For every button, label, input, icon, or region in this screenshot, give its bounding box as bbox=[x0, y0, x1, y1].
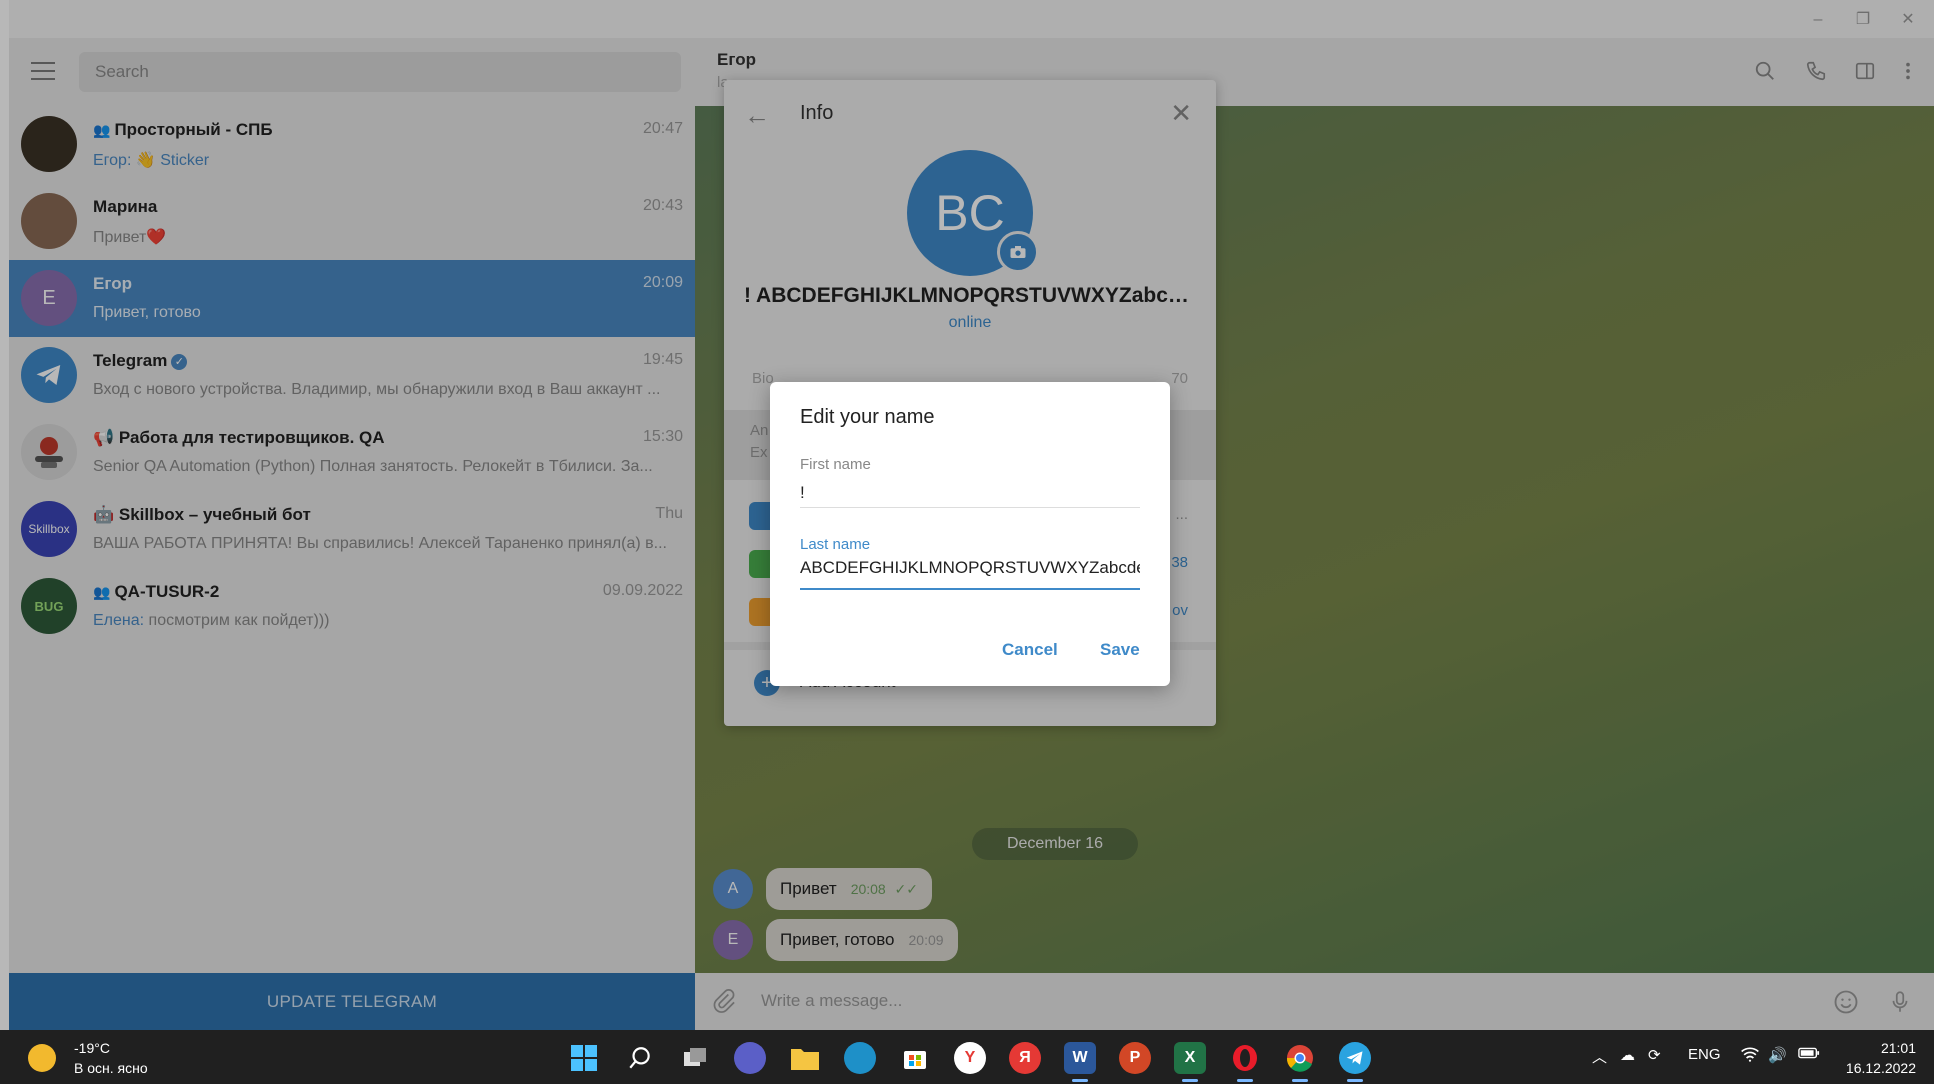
dialog-title: Edit your name bbox=[800, 406, 935, 428]
edge-icon[interactable] bbox=[844, 1042, 876, 1074]
powerpoint-icon[interactable]: P bbox=[1119, 1042, 1151, 1074]
first-name-field[interactable] bbox=[800, 478, 1140, 508]
clock-date: 16.12.2022 bbox=[1845, 1060, 1916, 1076]
yandex-browser-icon[interactable]: Y bbox=[954, 1042, 986, 1074]
telegram-taskbar-icon[interactable] bbox=[1339, 1042, 1371, 1082]
excel-icon[interactable]: X bbox=[1174, 1042, 1206, 1082]
cancel-button[interactable]: Cancel bbox=[1002, 640, 1058, 660]
opera-icon[interactable] bbox=[1229, 1042, 1261, 1082]
windows-taskbar: -19°C В осн. ясно Y Я W P X ︿ ☁ ⟳ ENG 🔊 … bbox=[0, 1030, 1934, 1084]
weather-icon bbox=[28, 1044, 56, 1072]
word-icon[interactable]: W bbox=[1064, 1042, 1096, 1082]
edit-name-dialog: Edit your name First name Last name ABCD… bbox=[770, 382, 1170, 686]
store-icon[interactable] bbox=[899, 1042, 931, 1074]
weather-temp: -19°C bbox=[74, 1040, 110, 1056]
system-clock[interactable]: 21:01 16.12.2022 bbox=[1846, 1038, 1916, 1078]
chrome-icon[interactable] bbox=[1284, 1042, 1316, 1082]
teams-chat-icon[interactable] bbox=[734, 1042, 766, 1074]
last-name-field[interactable]: ABCDEFGHIJKLMNOPQRSTUVWXYZabcdefghijklmn… bbox=[800, 558, 1140, 590]
last-name-label: Last name bbox=[800, 536, 871, 553]
task-view-icon[interactable] bbox=[679, 1042, 711, 1074]
chevron-up-icon[interactable]: ︿ bbox=[1592, 1046, 1607, 1067]
file-explorer-icon[interactable] bbox=[789, 1042, 821, 1074]
save-button[interactable]: Save bbox=[1100, 640, 1140, 660]
first-name-label: First name bbox=[800, 456, 871, 473]
search-taskbar-icon[interactable] bbox=[624, 1042, 656, 1074]
battery-icon[interactable] bbox=[1798, 1046, 1820, 1064]
sync-icon[interactable]: ⟳ bbox=[1648, 1046, 1661, 1064]
volume-icon[interactable]: 🔊 bbox=[1768, 1046, 1787, 1064]
start-icon[interactable] bbox=[568, 1042, 600, 1074]
clock-time: 21:01 bbox=[1880, 1040, 1916, 1056]
yandex-icon[interactable]: Я bbox=[1009, 1042, 1041, 1074]
onedrive-icon[interactable]: ☁ bbox=[1620, 1046, 1635, 1064]
weather-condition: В осн. ясно bbox=[74, 1060, 148, 1076]
wifi-icon[interactable] bbox=[1740, 1046, 1760, 1066]
language-indicator[interactable]: ENG bbox=[1688, 1046, 1721, 1063]
